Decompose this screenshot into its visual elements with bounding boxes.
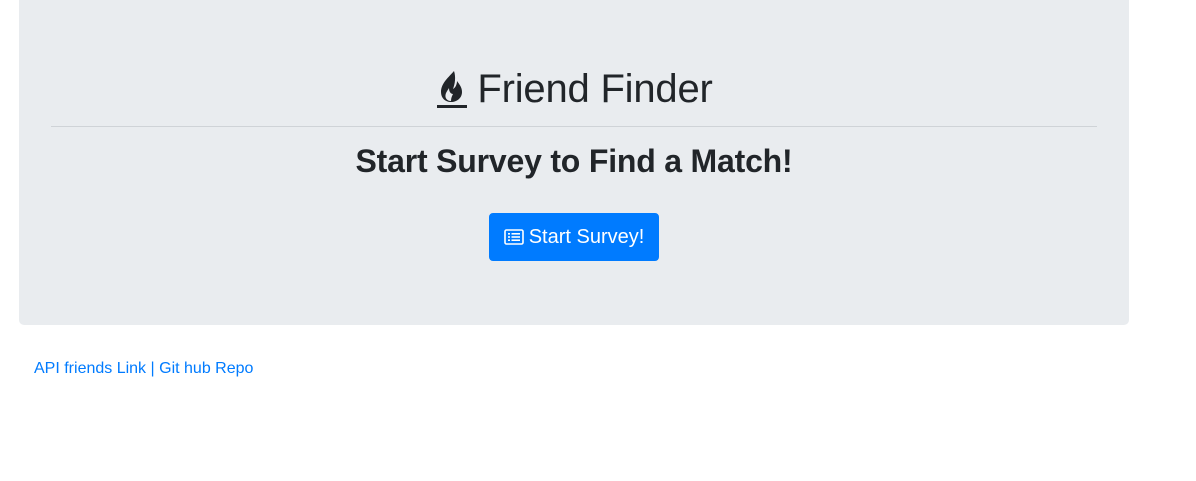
divider [51, 126, 1097, 127]
github-repo-link[interactable]: Git hub Repo [159, 360, 253, 377]
start-survey-button[interactable]: Start Survey! [489, 213, 659, 261]
fire-icon [435, 68, 469, 110]
api-friends-link[interactable]: API friends Link [34, 360, 146, 377]
jumbotron: Friend Finder Start Survey to Find a Mat… [19, 0, 1129, 325]
title-row: Friend Finder [19, 66, 1129, 112]
subtitle: Start Survey to Find a Match! [355, 143, 793, 179]
link-separator: | [150, 360, 155, 377]
footer-links: API friends Link | Git hub Repo [34, 359, 253, 379]
start-survey-label: Start Survey! [528, 225, 645, 248]
page-title: Friend Finder [477, 67, 713, 111]
list-alt-icon [503, 229, 524, 245]
